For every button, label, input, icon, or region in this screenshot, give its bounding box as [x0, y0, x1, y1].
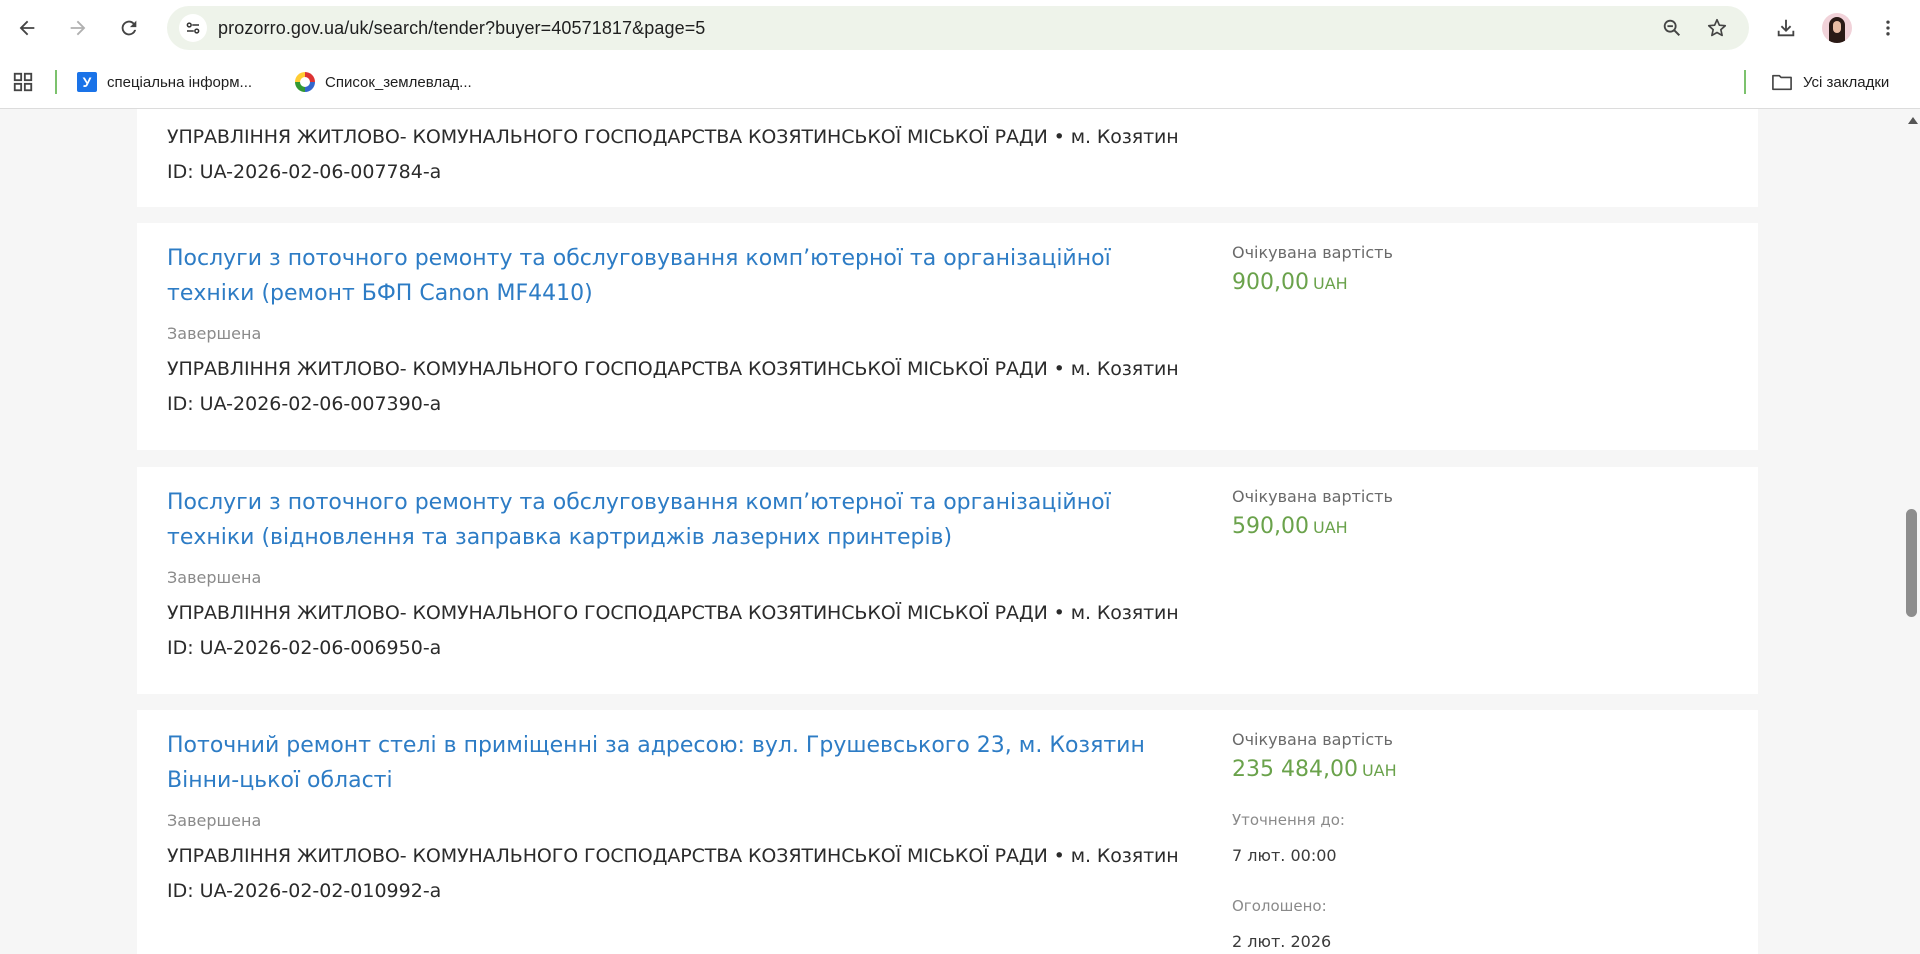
expected-value-label: Очікувана вартість — [1232, 730, 1393, 749]
tender-card: Послуги з поточного ремонту та обслугову… — [137, 467, 1758, 694]
tender-id: ID: UA-2026-02-02-010992-a — [167, 880, 442, 902]
url-host: prozorro.gov.ua — [218, 18, 345, 38]
wikipedia-favicon-icon — [295, 72, 315, 92]
arrow-left-icon — [19, 20, 35, 36]
more-vert-icon — [1886, 20, 1890, 36]
expected-value-label: Очікувана вартість — [1232, 243, 1393, 262]
menu-button[interactable] — [1870, 10, 1906, 46]
tender-title-link[interactable]: Послуги з поточного ремонту та обслугову… — [167, 241, 1187, 311]
zoom-icon[interactable] — [1658, 14, 1686, 42]
address-bar[interactable]: prozorro.gov.ua/uk/search/tender?buyer=4… — [167, 6, 1749, 50]
download-icon — [1777, 19, 1795, 37]
forward-button[interactable] — [60, 10, 96, 46]
amount-number: 900,00 — [1232, 270, 1309, 295]
apps-grid-icon — [13, 72, 33, 92]
browser-toolbar: prozorro.gov.ua/uk/search/tender?buyer=4… — [0, 0, 1920, 56]
tender-card: УПРАВЛІННЯ ЖИТЛОВО- КОМУНАЛЬНОГО ГОСПОДА… — [137, 109, 1758, 207]
tender-buyer: УПРАВЛІННЯ ЖИТЛОВО- КОМУНАЛЬНОГО ГОСПОДА… — [167, 126, 1179, 148]
all-bookmarks-button[interactable]: Усі закладки — [1771, 68, 1889, 96]
clarification-label: Уточнення до: — [1232, 811, 1345, 829]
expected-value-amount: 590,00 UAH — [1232, 514, 1348, 539]
expected-value-amount: 235 484,00 UAH — [1232, 757, 1397, 782]
y-favicon-icon: У — [77, 72, 97, 92]
tender-card: Послуги з поточного ремонту та обслугову… — [137, 223, 1758, 450]
bookmark-item[interactable]: Список_землевлад... — [295, 68, 472, 96]
arrow-right-icon — [70, 20, 86, 36]
site-settings-icon[interactable] — [179, 14, 207, 42]
tender-buyer: УПРАВЛІННЯ ЖИТЛОВО- КОМУНАЛЬНОГО ГОСПОДА… — [167, 845, 1179, 867]
scroll-up-arrow-icon[interactable] — [1908, 117, 1918, 124]
apps-button[interactable] — [12, 68, 34, 96]
bookmarks-bar: У спеціальна інформ... Список_землевлад.… — [0, 56, 1920, 109]
tender-status: Завершена — [167, 324, 262, 343]
tender-card: Поточний ремонт стелі в приміщенні за ад… — [137, 710, 1758, 954]
bookmark-label: Список_землевлад... — [325, 73, 472, 91]
back-button[interactable] — [9, 10, 45, 46]
amount-number: 590,00 — [1232, 514, 1309, 539]
folder-icon — [1772, 74, 1792, 91]
url-text[interactable]: prozorro.gov.ua/uk/search/tender?buyer=4… — [218, 18, 705, 39]
reload-icon — [121, 20, 137, 36]
announced-date: 2 лют. 2026 — [1232, 932, 1332, 951]
search-results: УПРАВЛІННЯ ЖИТЛОВО- КОМУНАЛЬНОГО ГОСПОДА… — [0, 109, 1904, 954]
scroll-thumb[interactable] — [1906, 509, 1917, 617]
tender-status: Завершена — [167, 811, 262, 830]
amount-number: 235 484,00 — [1232, 757, 1358, 782]
clarification-date: 7 лют. 00:00 — [1232, 846, 1337, 865]
tender-title-link[interactable]: Послуги з поточного ремонту та обслугову… — [167, 485, 1187, 555]
expected-value-amount: 900,00 UAH — [1232, 270, 1348, 295]
announced-label: Оголошено: — [1232, 897, 1327, 915]
tender-buyer: УПРАВЛІННЯ ЖИТЛОВО- КОМУНАЛЬНОГО ГОСПОДА… — [167, 602, 1179, 624]
expected-value-label: Очікувана вартість — [1232, 487, 1393, 506]
bookmark-item[interactable]: У спеціальна інформ... — [77, 68, 252, 96]
tender-id: ID: UA-2026-02-06-006950-a — [167, 637, 442, 659]
downloads-button[interactable] — [1768, 10, 1804, 46]
bookmark-label: спеціальна інформ... — [107, 73, 253, 91]
url-path: /uk/search/tender?buyer=40571817&page=5 — [344, 18, 706, 38]
bookmark-star-icon[interactable] — [1703, 14, 1731, 42]
tender-buyer: УПРАВЛІННЯ ЖИТЛОВО- КОМУНАЛЬНОГО ГОСПОДА… — [167, 358, 1179, 380]
bookmark-separator — [1744, 70, 1746, 94]
tender-id: ID: UA-2026-02-06-007784-a — [167, 161, 442, 183]
all-bookmarks-label: Усі закладки — [1803, 73, 1890, 91]
amount-currency: UAH — [1312, 518, 1348, 537]
tender-id: ID: UA-2026-02-06-007390-a — [167, 393, 442, 415]
bookmark-separator — [55, 70, 57, 94]
reload-button[interactable] — [111, 10, 147, 46]
page-scrollbar[interactable] — [1904, 109, 1920, 954]
tender-title-link[interactable]: Поточний ремонт стелі в приміщенні за ад… — [167, 728, 1187, 798]
profile-avatar[interactable] — [1822, 13, 1852, 43]
amount-currency: UAH — [1361, 761, 1397, 780]
tender-status: Завершена — [167, 568, 262, 587]
amount-currency: UAH — [1312, 274, 1348, 293]
